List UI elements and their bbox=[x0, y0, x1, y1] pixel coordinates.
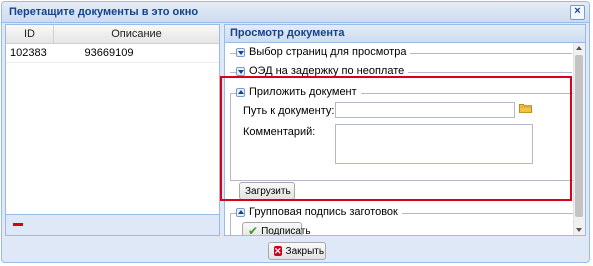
fieldset-group-sign[interactable]: Групповая подпись заготовок bbox=[236, 206, 402, 218]
fieldset-page-selection[interactable]: Выбор страниц для просмотра bbox=[236, 46, 411, 58]
sign-button[interactable]: ✔ Подписать bbox=[242, 222, 311, 236]
highlight-frame bbox=[220, 76, 572, 201]
scroll-up-arrow-icon[interactable] bbox=[576, 46, 582, 50]
row-id-cell: 102383 bbox=[10, 47, 47, 59]
column-header-id[interactable]: ID bbox=[6, 25, 54, 43]
table-row[interactable]: 102383 93669109 bbox=[6, 44, 219, 63]
preview-header: Просмотр документа bbox=[225, 25, 585, 43]
column-header-description[interactable]: Описание bbox=[54, 25, 219, 43]
checkmark-icon: ✔ bbox=[248, 224, 259, 236]
grid-header: ID Описание bbox=[6, 25, 219, 44]
preview-title: Просмотр документа bbox=[230, 27, 345, 39]
scroll-down-arrow-icon[interactable] bbox=[576, 228, 582, 232]
fieldset-label: Выбор страниц для просмотра bbox=[249, 46, 407, 58]
collapse-icon[interactable] bbox=[236, 207, 245, 217]
preview-scrollbar[interactable] bbox=[573, 43, 585, 235]
fieldset-label: Групповая подпись заготовок bbox=[249, 206, 398, 218]
documents-grid: ID Описание 102383 93669109 bbox=[5, 24, 220, 236]
close-icon[interactable]: × bbox=[570, 5, 585, 20]
sign-button-label: Подписать bbox=[261, 225, 311, 236]
minus-icon[interactable] bbox=[13, 223, 23, 226]
close-button-label: Закрыть bbox=[285, 245, 325, 257]
close-button[interactable]: ✕ Закрыть bbox=[268, 242, 326, 260]
row-description-cell: 93669109 bbox=[84, 47, 134, 59]
scroll-thumb[interactable] bbox=[575, 55, 583, 217]
close-x-icon: ✕ bbox=[274, 246, 282, 256]
grid-toolbar bbox=[6, 214, 219, 235]
expand-icon[interactable] bbox=[236, 66, 245, 76]
window-title: Перетащите документы в это окно bbox=[9, 6, 199, 18]
expand-icon[interactable] bbox=[236, 47, 245, 57]
window-header: Перетащите документы в это окно × bbox=[2, 2, 589, 23]
